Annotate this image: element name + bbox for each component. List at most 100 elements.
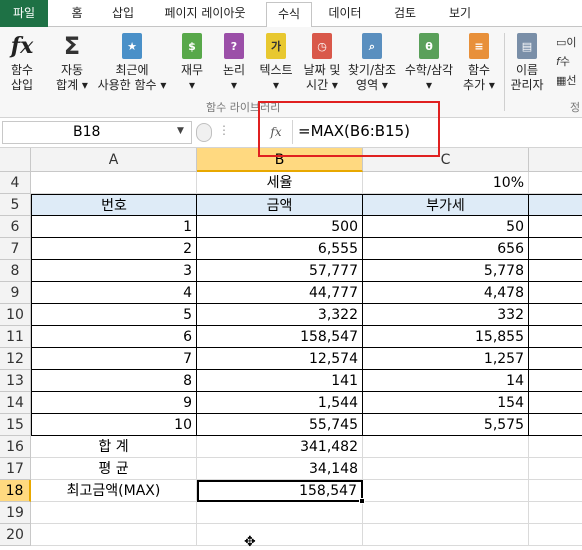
table-cell[interactable] — [529, 172, 582, 194]
table-cell[interactable] — [529, 370, 582, 392]
table-cell[interactable]: 55,745 — [197, 414, 363, 436]
row-header[interactable]: 18 — [0, 480, 31, 502]
table-cell[interactable]: 최고금액(MAX) — [31, 480, 197, 502]
table-cell[interactable] — [529, 238, 582, 260]
table-cell[interactable]: 9 — [31, 392, 197, 414]
table-cell[interactable] — [529, 392, 582, 414]
table-cell[interactable]: 656 — [363, 238, 529, 260]
table-cell[interactable]: 10 — [31, 414, 197, 436]
table-cell[interactable] — [31, 524, 197, 546]
table-cell[interactable]: 4,478 — [363, 282, 529, 304]
table-cell[interactable]: 1 — [31, 216, 197, 238]
table-cell[interactable]: 6,555 — [197, 238, 363, 260]
resize-handle[interactable] — [196, 123, 212, 142]
row-header[interactable]: 14 — [0, 392, 31, 414]
tab-home[interactable]: 홈 — [62, 2, 92, 26]
tab-review[interactable]: 검토 — [385, 2, 425, 26]
row-header[interactable]: 16 — [0, 436, 31, 458]
tab-view[interactable]: 보기 — [440, 2, 480, 26]
fill-handle[interactable] — [359, 498, 365, 504]
tab-data[interactable]: 데이터 — [322, 2, 368, 26]
table-cell[interactable]: 14 — [363, 370, 529, 392]
table-cell[interactable] — [197, 524, 363, 546]
row-header[interactable]: 11 — [0, 326, 31, 348]
table-cell[interactable] — [529, 282, 582, 304]
table-cell[interactable]: 세율 — [197, 172, 363, 194]
table-cell[interactable]: 34,148 — [197, 458, 363, 480]
row-header[interactable]: 13 — [0, 370, 31, 392]
table-cell[interactable] — [529, 194, 582, 216]
row-header[interactable]: 7 — [0, 238, 31, 260]
create-from-selection-item[interactable]: ▦선 — [556, 71, 582, 90]
table-cell[interactable]: 50 — [363, 216, 529, 238]
row-header[interactable]: 17 — [0, 458, 31, 480]
table-cell[interactable]: 500 — [197, 216, 363, 238]
row-header[interactable]: 12 — [0, 348, 31, 370]
tab-formulas[interactable]: 수식 — [266, 2, 312, 30]
table-cell[interactable]: 5 — [31, 304, 197, 326]
table-cell[interactable] — [529, 524, 582, 546]
table-cell[interactable]: 3 — [31, 260, 197, 282]
column-header-d[interactable] — [529, 148, 582, 172]
row-header[interactable]: 10 — [0, 304, 31, 326]
table-cell[interactable]: 2 — [31, 238, 197, 260]
table-cell[interactable]: 44,777 — [197, 282, 363, 304]
table-cell[interactable]: 8 — [31, 370, 197, 392]
table-cell[interactable]: 합 계 — [31, 436, 197, 458]
tab-file[interactable]: 파일 — [0, 0, 48, 27]
table-cell[interactable]: 7 — [31, 348, 197, 370]
table-cell[interactable]: 158,547 — [197, 326, 363, 348]
recent-functions-button[interactable]: ★ 최근에 사용한 함수 ▾ — [96, 31, 168, 93]
table-cell[interactable]: 금액 — [197, 194, 363, 216]
table-cell[interactable]: 6 — [31, 326, 197, 348]
text-functions-button[interactable]: 가 텍스트 ▾ — [256, 31, 296, 93]
tab-page-layout[interactable]: 페이지 레이아웃 — [157, 2, 253, 26]
table-cell[interactable]: 10% — [363, 172, 529, 194]
table-cell[interactable] — [31, 172, 197, 194]
row-header[interactable]: 4 — [0, 172, 31, 194]
table-cell[interactable]: 57,777 — [197, 260, 363, 282]
logical-functions-button[interactable]: ? 논리 ▾ — [218, 31, 250, 93]
table-cell[interactable]: 341,482 — [197, 436, 363, 458]
tab-insert[interactable]: 삽입 — [103, 2, 143, 26]
table-cell[interactable] — [197, 502, 363, 524]
table-cell[interactable] — [529, 304, 582, 326]
math-functions-button[interactable]: θ 수학/삼각 ▾ — [402, 31, 456, 93]
column-header-a[interactable]: A — [31, 148, 197, 172]
name-box[interactable]: B18 ▼ — [2, 121, 192, 144]
table-cell[interactable] — [363, 436, 529, 458]
table-cell[interactable]: 4 — [31, 282, 197, 304]
table-cell[interactable] — [529, 502, 582, 524]
table-cell[interactable] — [529, 260, 582, 282]
table-cell[interactable] — [363, 458, 529, 480]
table-cell[interactable]: 3,322 — [197, 304, 363, 326]
row-header[interactable]: 8 — [0, 260, 31, 282]
table-cell[interactable] — [529, 414, 582, 436]
table-cell[interactable]: 1,257 — [363, 348, 529, 370]
table-cell[interactable] — [529, 326, 582, 348]
name-manager-button[interactable]: ▤ 이름 관리자 — [508, 31, 546, 93]
row-header[interactable]: 15 — [0, 414, 31, 436]
table-cell[interactable]: 5,575 — [363, 414, 529, 436]
select-all-corner[interactable] — [0, 148, 31, 172]
table-cell[interactable]: 5,778 — [363, 260, 529, 282]
row-header[interactable]: 19 — [0, 502, 31, 524]
table-cell[interactable] — [529, 480, 582, 502]
chevron-down-icon[interactable]: ▼ — [177, 126, 184, 136]
define-name-item[interactable]: ▭이 — [556, 33, 582, 52]
autosum-button[interactable]: Σ 자동 합계 ▾ — [52, 31, 92, 93]
table-cell[interactable]: 1,544 — [197, 392, 363, 414]
table-cell[interactable]: 평 균 — [31, 458, 197, 480]
row-header[interactable]: 5 — [0, 194, 31, 216]
datetime-functions-button[interactable]: ◷ 날짜 및 시간 ▾ — [300, 31, 344, 93]
row-header[interactable]: 6 — [0, 216, 31, 238]
table-cell[interactable] — [529, 348, 582, 370]
table-cell[interactable]: 12,574 — [197, 348, 363, 370]
row-header[interactable]: 20 — [0, 524, 31, 546]
row-header[interactable]: 9 — [0, 282, 31, 304]
table-cell[interactable] — [363, 502, 529, 524]
table-cell[interactable] — [529, 436, 582, 458]
table-cell[interactable]: 154 — [363, 392, 529, 414]
table-cell[interactable]: 332 — [363, 304, 529, 326]
table-cell[interactable] — [31, 502, 197, 524]
